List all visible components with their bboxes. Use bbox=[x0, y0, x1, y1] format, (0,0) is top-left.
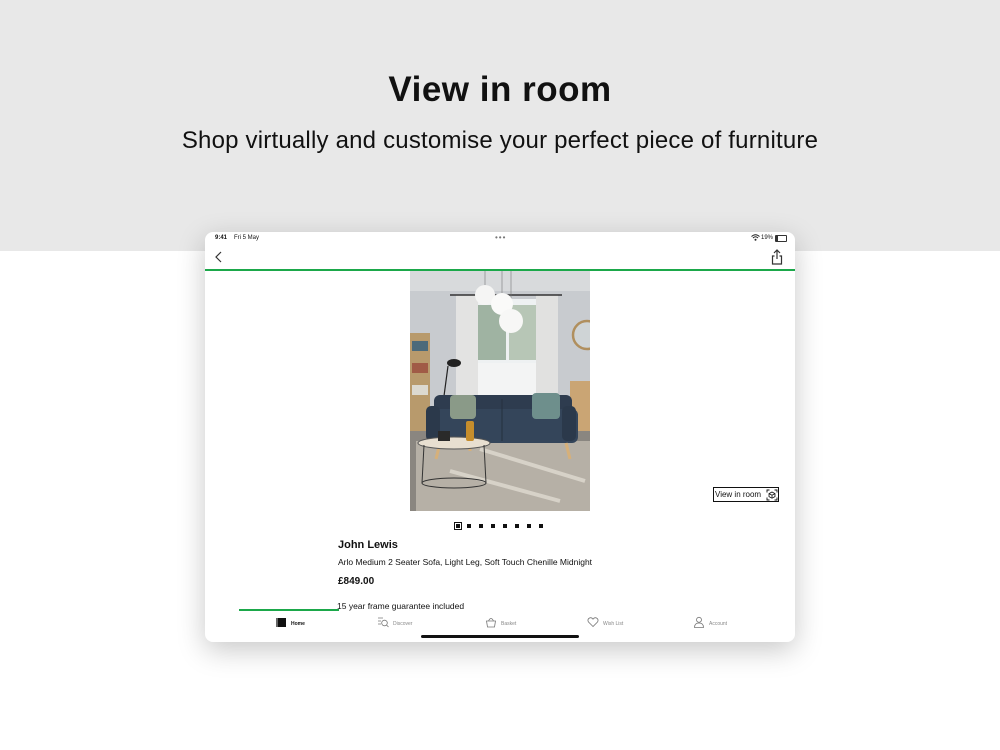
home-icon bbox=[276, 618, 286, 627]
carousel-dot[interactable] bbox=[539, 524, 543, 528]
carousel-dot[interactable] bbox=[503, 524, 507, 528]
battery-percentage: 19% bbox=[761, 235, 774, 241]
tab-wish-list-label: Wish List bbox=[603, 621, 624, 627]
tab-home[interactable]: Home bbox=[275, 613, 325, 633]
tab-account[interactable]: Account bbox=[693, 613, 743, 633]
status-date: Fri 5 May bbox=[234, 235, 260, 241]
home-indicator[interactable] bbox=[421, 635, 579, 638]
account-person-icon bbox=[694, 616, 704, 628]
share-icon[interactable] bbox=[770, 249, 784, 265]
hero-title: View in room bbox=[388, 70, 612, 109]
tab-basket[interactable]: Basket bbox=[485, 613, 535, 633]
view-in-room-button[interactable]: View in room bbox=[713, 487, 779, 502]
tab-account-label: Account bbox=[709, 621, 728, 627]
product-brand: John Lewis bbox=[338, 539, 398, 551]
ar-cube-icon bbox=[766, 489, 778, 501]
active-tab-indicator bbox=[239, 609, 339, 611]
chevron-left-icon[interactable] bbox=[213, 250, 225, 264]
status-time: 9:41 bbox=[215, 235, 228, 241]
basket-icon bbox=[486, 618, 496, 628]
carousel-dot[interactable] bbox=[491, 524, 495, 528]
tablet-screen: 9:41 Fri 5 May ••• 19% View in room John… bbox=[205, 232, 795, 642]
battery-icon bbox=[775, 235, 787, 242]
view-in-room-label: View in room bbox=[715, 490, 762, 499]
carousel-dot[interactable] bbox=[527, 524, 531, 528]
hero-banner bbox=[0, 0, 1000, 251]
product-name: Arlo Medium 2 Seater Sofa, Light Leg, So… bbox=[338, 557, 593, 567]
carousel-dot[interactable] bbox=[515, 524, 519, 528]
tab-discover[interactable]: Discover bbox=[377, 613, 427, 633]
product-price: £849.00 bbox=[338, 576, 375, 587]
wifi-icon bbox=[751, 234, 760, 241]
tab-discover-label: Discover bbox=[393, 621, 413, 627]
carousel-dot[interactable] bbox=[467, 524, 471, 528]
bottom-tab-bar: Home Discover Basket Wish List Account bbox=[205, 613, 795, 635]
status-bar: 9:41 Fri 5 May ••• 19% bbox=[205, 232, 795, 246]
discover-search-icon bbox=[378, 617, 389, 628]
tab-basket-label: Basket bbox=[501, 621, 517, 627]
heart-icon bbox=[587, 617, 599, 628]
carousel-dot[interactable] bbox=[479, 524, 483, 528]
multitasking-dots-icon[interactable]: ••• bbox=[495, 233, 506, 242]
product-image[interactable] bbox=[410, 271, 590, 511]
tab-home-label: Home bbox=[291, 621, 305, 627]
tab-wish-list[interactable]: Wish List bbox=[587, 613, 637, 633]
guarantee-text: 15 year frame guarantee included bbox=[337, 601, 465, 611]
hero-subtitle: Shop virtually and customise your perfec… bbox=[181, 127, 819, 154]
carousel-dot[interactable] bbox=[454, 522, 462, 530]
